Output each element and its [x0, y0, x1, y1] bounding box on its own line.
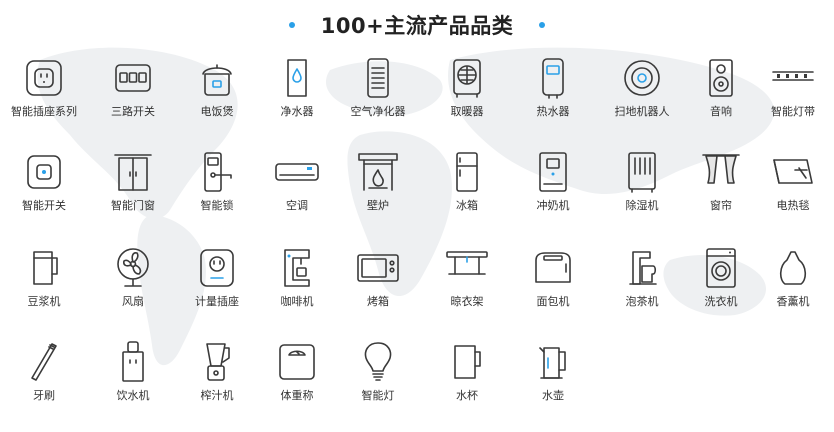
- category-robot-vacuum[interactable]: 扫地机器人: [600, 56, 684, 148]
- juicer-icon: [206, 343, 230, 381]
- category-fan[interactable]: 风扇: [91, 246, 175, 338]
- aroma-diffuser-icon: [779, 251, 807, 285]
- speaker-icon: [709, 59, 733, 97]
- rice-cooker-icon: [202, 64, 232, 96]
- category-smart-switch[interactable]: 智能开关: [2, 150, 86, 242]
- category-oven[interactable]: 烤箱: [336, 246, 420, 338]
- kettle-icon: [539, 347, 566, 379]
- category-electric-blanket[interactable]: 电热毯: [751, 150, 834, 242]
- toaster-icon: [535, 252, 571, 283]
- light-strip-icon: [772, 71, 814, 81]
- category-toaster[interactable]: 面包机: [511, 246, 595, 338]
- coffee-machine-icon: [284, 249, 310, 287]
- oven-icon: [357, 254, 399, 282]
- clothes-rack-icon: [446, 251, 488, 275]
- three-way-switch-icon: [115, 64, 151, 92]
- water-dispenser-icon: [122, 341, 144, 382]
- category-water-purifier[interactable]: 净水器: [255, 56, 339, 148]
- category-toothbrush[interactable]: 牙刷: [2, 340, 86, 432]
- category-rice-cooker[interactable]: 电饭煲: [175, 56, 259, 148]
- water-purifier-icon: [287, 59, 307, 97]
- heater-icon: [453, 59, 481, 98]
- category-kettle[interactable]: 水壶: [511, 340, 595, 432]
- category-air-purifier[interactable]: 空气净化器: [336, 56, 420, 148]
- category-three-way-switch[interactable]: 三路开关: [91, 56, 175, 148]
- smart-socket-icon: [26, 60, 62, 96]
- category-fridge[interactable]: 冰箱: [425, 150, 509, 242]
- category-formula-maker[interactable]: 冲奶机: [511, 150, 595, 242]
- cup-icon: [454, 345, 481, 379]
- soymilk-maker-icon: [33, 251, 58, 285]
- tea-maker-icon: [629, 251, 657, 285]
- category-metering-socket[interactable]: 计量插座: [175, 246, 259, 338]
- category-cup[interactable]: 水杯: [425, 340, 509, 432]
- fridge-icon: [456, 152, 478, 192]
- air-purifier-icon: [367, 58, 389, 98]
- category-fireplace[interactable]: 壁炉: [336, 150, 420, 242]
- category-light-strip[interactable]: 智能灯带: [751, 56, 834, 148]
- formula-maker-icon: [539, 152, 567, 192]
- category-dehumidifier[interactable]: 除湿机: [600, 150, 684, 242]
- category-aroma-diffuser[interactable]: 香薰机: [751, 246, 834, 338]
- category-smart-socket[interactable]: 智能插座系列: [2, 56, 86, 148]
- scale-icon: [279, 344, 315, 380]
- category-tea-maker[interactable]: 泡茶机: [600, 246, 684, 338]
- smart-door-icon: [114, 154, 152, 191]
- smart-switch-icon: [27, 155, 61, 189]
- toothbrush-icon: [31, 343, 57, 381]
- water-heater-icon: [542, 58, 564, 99]
- category-water-heater[interactable]: 热水器: [511, 56, 595, 148]
- category-soymilk-maker[interactable]: 豆浆机: [2, 246, 86, 338]
- category-clothes-rack[interactable]: 晾衣架: [425, 246, 509, 338]
- category-scale[interactable]: 体重称: [255, 340, 339, 432]
- smart-lock-icon: [204, 152, 232, 192]
- category-smart-bulb[interactable]: 智能灯: [336, 340, 420, 432]
- air-conditioner-icon: [275, 163, 319, 181]
- category-smart-lock[interactable]: 智能锁: [175, 150, 259, 242]
- curtain-icon: [702, 154, 740, 184]
- metering-socket-icon: [200, 249, 234, 287]
- washing-machine-icon: [706, 248, 736, 288]
- dehumidifier-icon: [628, 152, 656, 193]
- category-juicer[interactable]: 榨汁机: [175, 340, 259, 432]
- electric-blanket-icon: [773, 159, 813, 184]
- robot-vacuum-icon: [624, 60, 660, 96]
- fireplace-icon: [358, 153, 398, 191]
- category-heater[interactable]: 取暖器: [425, 56, 509, 148]
- category-water-dispenser[interactable]: 饮水机: [91, 340, 175, 432]
- smart-bulb-icon: [364, 342, 392, 381]
- fan-icon: [117, 248, 149, 287]
- category-coffee-machine[interactable]: 咖啡机: [255, 246, 339, 338]
- category-air-conditioner[interactable]: 空调: [255, 150, 339, 242]
- category-grid: 智能插座系列 三路开关 电饭煲 净水器 空气净化器 取暖器 热水器 扫地机器人 …: [0, 0, 834, 418]
- category-smart-door[interactable]: 智能门窗: [91, 150, 175, 242]
